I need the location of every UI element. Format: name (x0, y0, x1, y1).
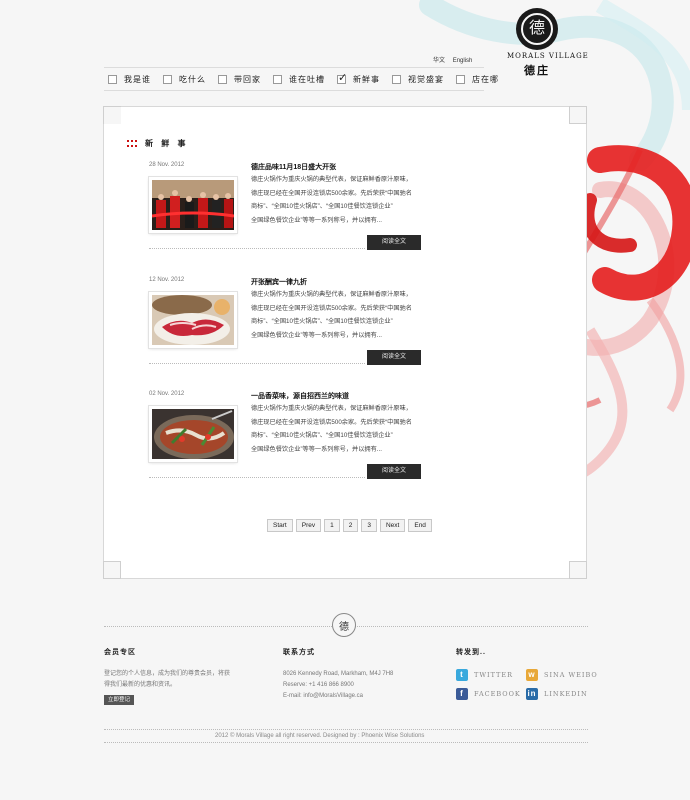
excerpt-line: 全国绿色餐饮企业”等等一系列称号，并以拥有... (251, 216, 382, 224)
share-twitter[interactable]: t TWITTER (456, 669, 513, 681)
facebook-icon: f (456, 688, 468, 700)
page-prev-button[interactable]: Prev (295, 519, 322, 532)
brand-name-en: MORALS VILLAGE (507, 52, 589, 60)
share-label: TWITTER (474, 671, 514, 679)
brand-logo[interactable]: MORALS VILLAGE 德庄 (507, 8, 589, 78)
member-heading: 会员专区 (104, 649, 136, 656)
lang-zh-link[interactable]: 华文 (433, 58, 445, 64)
nav-item-who[interactable]: 我是谁 (108, 74, 151, 85)
excerpt-line: 商标”、“全国10佳火锅店”、“全国10佳餐饮连锁企业” (251, 203, 393, 211)
panel-corner-ornament (103, 561, 121, 579)
excerpt-line: 全国绿色餐饮企业”等等一系列称号，并以拥有... (251, 445, 382, 453)
share-label: FACEBOOK (474, 690, 521, 698)
divider (149, 477, 365, 478)
read-more-button[interactable]: 阅读全文 (367, 350, 421, 365)
news-title[interactable]: 一品香菜味，源自招西兰的味道 (251, 391, 349, 401)
share-label: SINA WEIBO (544, 671, 598, 679)
section-title: 新 鲜 事 (145, 139, 189, 148)
checkbox-icon (218, 74, 227, 84)
nav-label: 谁在吐槽 (289, 74, 325, 84)
register-button[interactable]: 立即登记 (104, 695, 135, 705)
panel-corner-ornament (569, 106, 587, 124)
news-excerpt: 德庄火锅作为重庆火锅的典型代表，保证麻鲜香原汁原味， 德庄现已经在全国开设连锁店… (251, 173, 426, 227)
news-excerpt: 德庄火锅作为重庆火锅的典型代表，保证麻鲜香原汁原味， 德庄现已经在全国开设连锁店… (251, 288, 426, 342)
excerpt-line: 全国绿色餐饮企业”等等一系列称号，并以拥有... (251, 331, 382, 339)
share-facebook[interactable]: f FACEBOOK (456, 688, 521, 700)
news-title[interactable]: 德庄品味11月18日盛大开张 (251, 162, 336, 172)
checkbox-icon (392, 74, 401, 84)
section-heading: 新 鲜 事 (127, 138, 188, 149)
page-end-button[interactable]: End (408, 519, 432, 532)
excerpt-line: 商标”、“全国10佳火锅店”、“全国10佳餐饮连锁企业” (251, 318, 393, 326)
nav-item-news[interactable]: 新鲜事 (337, 71, 380, 85)
share-linkedin[interactable]: in LINKEDIN (526, 688, 588, 700)
read-more-button[interactable]: 阅读全文 (367, 464, 421, 479)
divider (149, 363, 365, 364)
excerpt-line: 德庄火锅作为重庆火锅的典型代表，保证麻鲜香原汁原味， (251, 176, 412, 183)
news-excerpt: 德庄火锅作为重庆火锅的典型代表，保证麻鲜香原汁原味， 德庄现已经在全国开设连锁店… (251, 402, 426, 456)
twitter-icon: t (456, 669, 468, 681)
nav-label: 新鲜事 (353, 74, 380, 84)
copyright-text: 2012 © Morals Village all right reserved… (215, 733, 425, 739)
contact-heading: 联系方式 (283, 649, 315, 656)
excerpt-line: 德庄现已经在全国开设连锁店500余家。先后荣获“中国驰名 (251, 189, 412, 197)
excerpt-line: 德庄火锅作为重庆火锅的典型代表，保证麻鲜香原汁原味， (251, 291, 412, 298)
member-description: 登记您的个人信息，成为我们的尊贵会员，将获 得我们最新的优惠和资讯。 (104, 669, 230, 691)
nav-item-menu[interactable]: 吃什么 (163, 74, 206, 85)
footer-logo-icon (332, 613, 356, 637)
nav-label: 店在哪 (472, 74, 499, 84)
lang-en-link[interactable]: English (453, 58, 473, 64)
pagination: Start Prev 1 2 3 Next End (267, 519, 435, 532)
nav-item-takeaway[interactable]: 带回家 (218, 74, 261, 85)
checkbox-icon (273, 74, 282, 84)
news-date: 12 Nov. 2012 (149, 277, 185, 283)
share-weibo[interactable]: w SINA WEIBO (526, 669, 598, 681)
page-2-button[interactable]: 2 (342, 519, 359, 532)
excerpt-line: 商标”、“全国10佳火锅店”、“全国10佳餐饮连锁企业” (251, 432, 393, 440)
read-more-button[interactable]: 阅读全文 (367, 235, 421, 250)
panel-corner-ornament (569, 561, 587, 579)
panel-corner-ornament (103, 106, 121, 124)
contact-address: 8026 Kennedy Road, Markham, M4J 7H8 (283, 671, 394, 677)
news-thumbnail-ceremony[interactable] (149, 177, 237, 233)
news-thumbnail-hotpot[interactable] (149, 406, 237, 462)
checkmark-icon (337, 71, 347, 84)
linkedin-icon: in (526, 688, 538, 700)
excerpt-line: 德庄火锅作为重庆火锅的典型代表，保证麻鲜香原汁原味， (251, 405, 412, 412)
language-switcher: 华文 English (433, 55, 478, 64)
nav-label: 带回家 (234, 74, 261, 84)
page-1-button[interactable]: 1 (324, 519, 340, 532)
news-date: 02 Nov. 2012 (149, 391, 185, 397)
nav-label: 视觉盛宴 (408, 74, 444, 84)
page-start-button[interactable]: Start (267, 519, 293, 532)
news-title[interactable]: 开张酬宾一律九折 (251, 277, 307, 287)
contact-phone: Reserve: +1 416 866 8900 (283, 682, 354, 688)
member-text-line: 得我们最新的优惠和资讯。 (104, 682, 177, 688)
checkbox-icon (108, 74, 117, 84)
member-text-line: 登记您的个人信息，成为我们的尊贵会员，将获 (104, 671, 231, 677)
nav-item-gallery[interactable]: 视觉盛宴 (392, 74, 444, 85)
news-thumbnail-meat[interactable] (149, 292, 237, 348)
news-date: 28 Nov. 2012 (149, 162, 185, 168)
logo-emblem-icon (516, 8, 558, 50)
excerpt-line: 德庄现已经在全国开设连锁店500余家。先后荣获“中国驰名 (251, 304, 412, 312)
share-label: LINKEDIN (544, 690, 588, 698)
nav-label: 吃什么 (179, 74, 206, 84)
checkbox-icon (456, 74, 465, 84)
nav-item-locations[interactable]: 店在哪 (456, 74, 499, 85)
contact-info: 8026 Kennedy Road, Markham, M4J 7H8 Rese… (283, 669, 393, 702)
nav-item-reviews[interactable]: 谁在吐槽 (273, 74, 325, 85)
brand-name-zh: 德庄 (524, 64, 550, 77)
page-3-button[interactable]: 3 (361, 519, 377, 532)
checkbox-icon (163, 74, 172, 84)
main-nav: 我是谁 吃什么 带回家 谁在吐槽 新鲜事 视觉盛宴 店在哪 (104, 67, 498, 91)
excerpt-line: 德庄现已经在全国开设连锁店500余家。先后荣获“中国驰名 (251, 418, 412, 426)
divider (149, 248, 365, 249)
nav-label: 我是谁 (124, 74, 151, 84)
share-heading: 转发到.. (456, 649, 486, 656)
contact-email[interactable]: E-mail: info@MoralsVillage.ca (283, 691, 393, 702)
weibo-icon: w (526, 669, 538, 681)
grid-dots-icon (127, 139, 137, 148)
page-next-button[interactable]: Next (379, 519, 406, 532)
